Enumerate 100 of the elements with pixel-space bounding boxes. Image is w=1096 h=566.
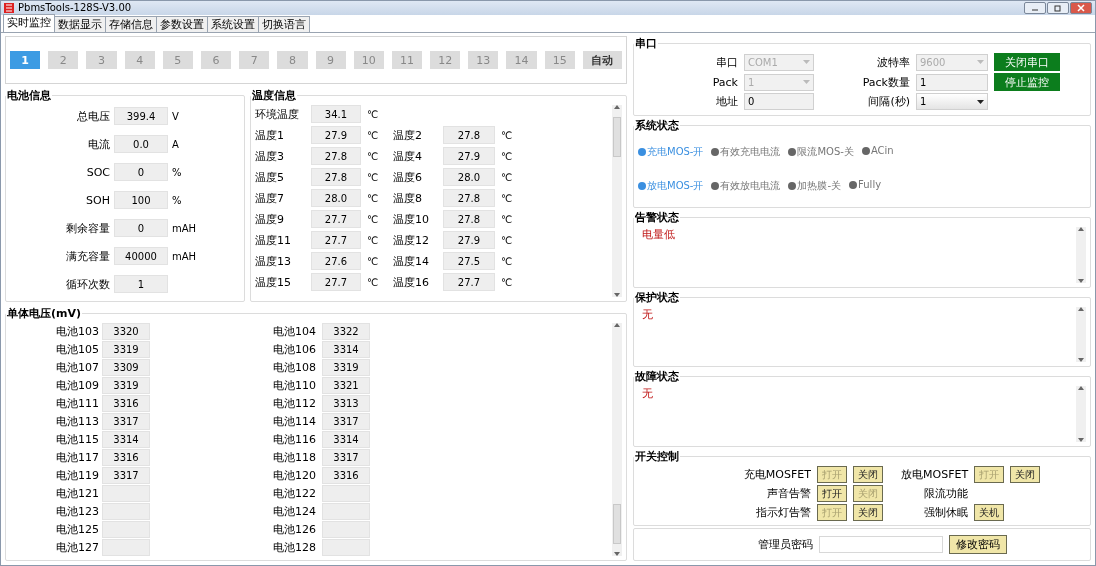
pack-button[interactable]: 8: [277, 51, 308, 69]
switch-button[interactable]: 关机: [974, 504, 1005, 521]
scrollbar[interactable]: [1076, 227, 1086, 283]
value-field: 27.7: [311, 210, 361, 228]
status-message: 无: [642, 386, 654, 402]
scroll-thumb[interactable]: [613, 504, 621, 544]
pack-button[interactable]: 3: [86, 51, 117, 69]
unit-label: ℃: [367, 171, 380, 183]
value-field: [322, 521, 370, 538]
tab[interactable]: 存储信息: [105, 16, 157, 32]
minimize-button[interactable]: [1024, 2, 1046, 14]
change-password-button[interactable]: 修改密码: [948, 535, 1007, 554]
password-field[interactable]: [818, 536, 943, 553]
tab[interactable]: 数据显示: [54, 16, 106, 32]
value-field: 3319: [102, 377, 150, 394]
unit-label: ℃: [501, 150, 514, 162]
value-field: 27.7: [311, 273, 361, 291]
pack-button[interactable]: 5: [162, 51, 193, 69]
field-label: Pack数量: [861, 74, 910, 90]
scrollbar[interactable]: [1076, 386, 1086, 442]
close-port-button[interactable]: 关闭串口: [994, 53, 1060, 71]
field-label: 间隔(秒): [867, 94, 910, 109]
scroll-up-icon[interactable]: [614, 105, 620, 109]
scroll-down-icon[interactable]: [1078, 278, 1084, 283]
field-label: 温度3: [255, 148, 285, 164]
scroll-up-icon[interactable]: [1078, 306, 1084, 311]
scrollbar[interactable]: [1076, 306, 1086, 363]
scroll-down-icon[interactable]: [1078, 358, 1084, 363]
pack-button[interactable]: 9: [315, 51, 346, 69]
field-label: 满充容量: [65, 248, 110, 264]
status-dot: [638, 148, 646, 156]
pack-button[interactable]: 4: [124, 51, 155, 69]
status-indicator: Fully: [849, 179, 882, 193]
switch-button[interactable]: 关闭: [853, 466, 883, 483]
dropdown[interactable]: 1: [916, 93, 988, 110]
pack-button[interactable]: 7: [239, 51, 270, 69]
field-label: 电池126: [273, 522, 317, 537]
pack-button[interactable]: 1: [10, 51, 41, 69]
value-field: [102, 539, 150, 556]
field-label: 温度2: [393, 127, 423, 143]
pack-button[interactable]: 13: [468, 51, 499, 69]
value-field: [102, 521, 150, 538]
section-title: 电池信息: [6, 88, 52, 103]
field-label: 电池113: [56, 414, 98, 429]
value-field: 3317: [322, 449, 370, 466]
stop-monitor-button[interactable]: 停止监控: [994, 73, 1060, 91]
field-label: Pack: [711, 75, 738, 89]
field-label: 循环次数: [65, 276, 110, 292]
field-label: 电流: [87, 136, 110, 152]
switch-button[interactable]: 关闭: [853, 504, 883, 521]
scroll-up-icon[interactable]: [614, 323, 620, 327]
switch-button[interactable]: 打开: [817, 485, 847, 502]
value-field: 100: [114, 191, 168, 209]
scroll-up-icon[interactable]: [1078, 227, 1084, 231]
scroll-down-icon[interactable]: [614, 552, 620, 556]
value-field: 3320: [102, 323, 150, 340]
value-field: [322, 539, 370, 556]
field-label: 温度14: [393, 253, 430, 269]
pack-button[interactable]: 12: [430, 51, 461, 69]
pack-button[interactable]: 自动: [582, 51, 623, 69]
scroll-down-icon[interactable]: [1078, 438, 1084, 442]
value-field: 27.9: [443, 231, 495, 249]
field-label: 地址: [715, 94, 738, 109]
close-button[interactable]: [1070, 2, 1092, 14]
value-field: [322, 485, 370, 502]
switch-button[interactable]: 关闭: [1010, 466, 1041, 483]
tab[interactable]: 参数设置: [156, 16, 208, 32]
field-label: 电池115: [56, 432, 98, 447]
pack-button[interactable]: 2: [48, 51, 79, 69]
switch-label: 限流功能: [923, 486, 969, 501]
tab[interactable]: 系统设置: [207, 16, 259, 32]
value-field: 0.0: [114, 135, 168, 153]
field-label: 剩余容量: [65, 220, 110, 236]
scrollbar[interactable]: [612, 323, 622, 556]
section-title: 串口: [634, 36, 658, 51]
scroll-thumb[interactable]: [613, 117, 621, 157]
value-field: 3317: [102, 467, 150, 484]
pack-button[interactable]: 11: [391, 51, 423, 69]
field-label: 温度8: [393, 190, 423, 206]
field-label: 温度16: [393, 274, 430, 290]
field-label: 电池116: [273, 432, 317, 447]
field-label: 电池110: [273, 378, 317, 393]
pack-button[interactable]: 6: [200, 51, 232, 69]
input-field[interactable]: 0: [744, 93, 814, 110]
scroll-down-icon[interactable]: [614, 293, 620, 297]
input-field[interactable]: 1: [916, 73, 988, 91]
scrollbar[interactable]: [612, 105, 622, 297]
field-label: 总电压: [76, 108, 110, 124]
tab[interactable]: 实时监控: [3, 14, 55, 32]
restore-button[interactable]: [1047, 2, 1069, 14]
unit-label: ℃: [501, 129, 514, 141]
value-field: 3314: [322, 341, 370, 358]
value-field: 27.8: [311, 147, 361, 165]
pack-button[interactable]: 15: [544, 51, 575, 69]
scroll-up-icon[interactable]: [1078, 386, 1084, 391]
status-indicator: ACin: [861, 145, 894, 159]
unit-label: ℃: [367, 234, 380, 246]
pack-button[interactable]: 14: [506, 51, 537, 69]
pack-button[interactable]: 10: [353, 51, 384, 69]
tab[interactable]: 切换语言: [258, 16, 310, 32]
